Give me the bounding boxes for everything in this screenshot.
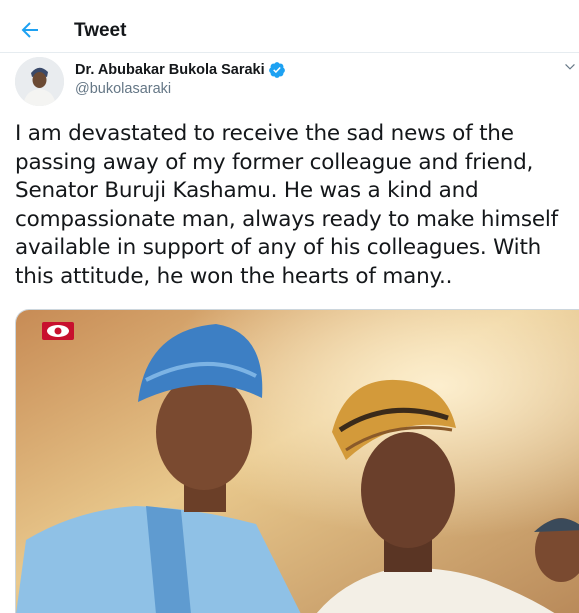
verified-badge-icon <box>268 62 285 78</box>
eye-logo-icon <box>42 322 74 340</box>
name-row: Dr. Abubakar Bukola Saraki <box>75 61 286 79</box>
tweet-header: Tweet <box>0 0 579 53</box>
avatar[interactable] <box>15 57 64 106</box>
user-handle[interactable]: @bukolasaraki <box>75 81 171 97</box>
chevron-down-icon[interactable] <box>563 60 577 74</box>
back-arrow-icon[interactable] <box>18 18 42 42</box>
tweet-text: I am devastated to receive the sad news … <box>15 121 559 289</box>
display-name[interactable]: Dr. Abubakar Bukola Saraki <box>75 62 265 78</box>
tweet-author: Dr. Abubakar Bukola Saraki @bukolasaraki <box>0 53 579 111</box>
tweet-photo[interactable] <box>15 309 579 613</box>
page-title: Tweet <box>74 20 127 41</box>
